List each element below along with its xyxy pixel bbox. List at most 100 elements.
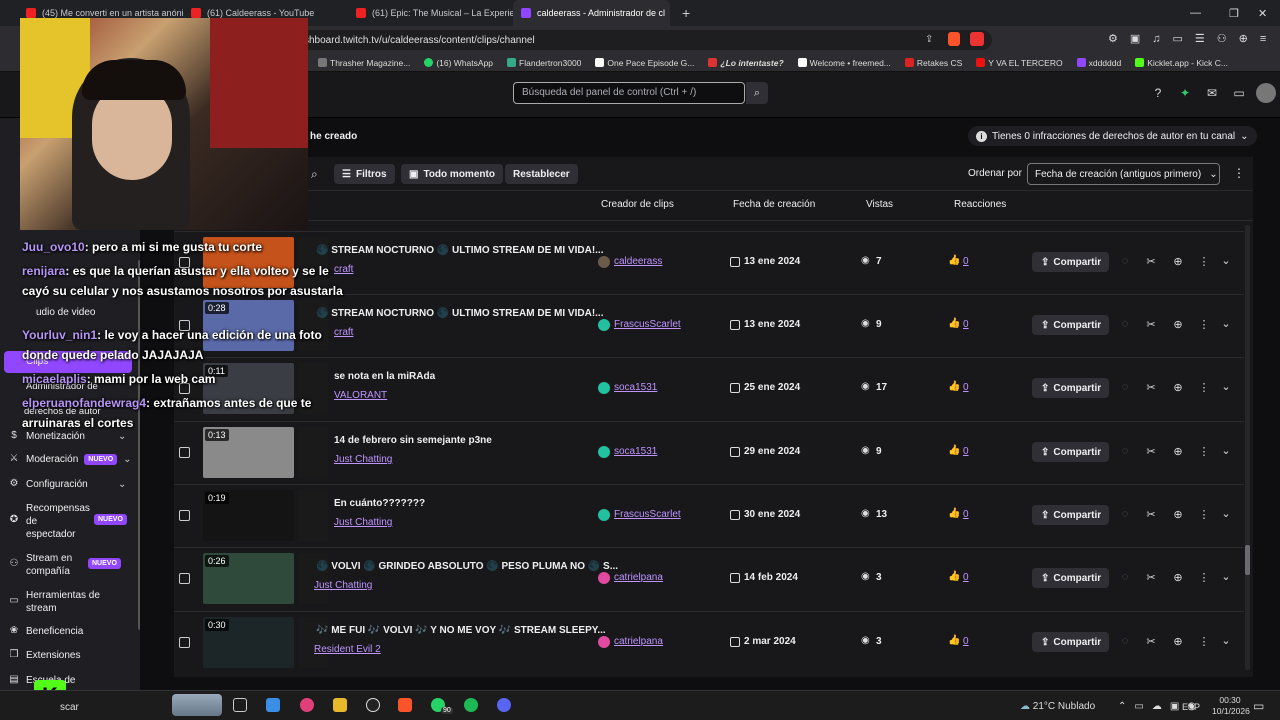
brave-shield-icon[interactable]	[948, 32, 960, 46]
more-options-icon[interactable]: ⋮	[1198, 571, 1210, 584]
table-scrollbar-track[interactable]	[1245, 225, 1250, 670]
bookmark-item[interactable]: ¿Lo intentaste?	[708, 58, 784, 68]
clip-category[interactable]: VALORANT	[334, 390, 387, 401]
copyright-notice[interactable]: i Tienes 0 infracciones de derechos de au…	[968, 126, 1257, 146]
add-circle-icon[interactable]: ⊕	[1172, 255, 1184, 268]
col-views[interactable]: Vistas	[866, 199, 893, 210]
clip-thumbnail[interactable]: 0:13	[203, 427, 294, 478]
bookmark-item[interactable]: Retakes CS	[904, 58, 962, 68]
row-checkbox[interactable]	[179, 637, 190, 648]
add-circle-icon[interactable]: ⊕	[1172, 635, 1184, 648]
clip-thumbnail[interactable]: 0:19	[203, 490, 294, 541]
bookmark-item[interactable]: Thrasher Magazine...	[318, 58, 410, 68]
sidebar-item-settings[interactable]: ⚙ Configuración ⌄	[8, 478, 127, 490]
table-scrollbar-thumb[interactable]	[1245, 545, 1250, 575]
sidebar-item-stream-together[interactable]: ⚇ Stream en compañía NUEVO	[8, 552, 121, 578]
share-page-icon[interactable]: ⇪	[925, 34, 933, 45]
mail-icon[interactable]: ✉	[1205, 86, 1219, 100]
clip-reactions[interactable]: 0	[963, 256, 969, 267]
sidebar-item-audio[interactable]: udio de video	[36, 307, 96, 318]
add-circle-icon[interactable]: ⊕	[1172, 318, 1184, 331]
row-checkbox[interactable]	[179, 447, 190, 458]
share-button[interactable]: ⇪ Compartir	[1032, 632, 1109, 652]
sort-select[interactable]: Fecha de creación (antiguos primero) ⌄	[1027, 163, 1220, 185]
taskbar-search[interactable]: scar	[60, 702, 79, 713]
clip-category[interactable]: Just Chatting	[314, 580, 372, 591]
chevron-down-icon[interactable]: ⌄	[1220, 317, 1232, 330]
add-circle-icon[interactable]: ⊕	[1172, 381, 1184, 394]
clip-thumbnail[interactable]: 0:28	[203, 300, 294, 351]
browser-tab-active[interactable]: caldeerass - Administrador de cl✕	[513, 0, 670, 26]
clip-thumbnail[interactable]: 0:30	[203, 617, 294, 668]
new-tab-button[interactable]: +	[670, 5, 690, 21]
url-field[interactable]: shboard.twitch.tv/u/caldeerass/content/c…	[300, 30, 992, 50]
sidebar-item-moderation[interactable]: ⚔ Moderación NUEVO ⌄	[8, 453, 132, 465]
brave-icon[interactable]	[398, 698, 412, 712]
clip-title[interactable]: 14 de febrero sin semejante p3ne	[334, 435, 492, 446]
clip-reactions[interactable]: 0	[963, 382, 969, 393]
clip-creator[interactable]: soca1531	[614, 382, 657, 393]
share-button[interactable]: ⇪ Compartir	[1032, 378, 1109, 398]
scissors-icon[interactable]: ✂	[1145, 255, 1157, 268]
minimize-button[interactable]: —	[1190, 0, 1201, 26]
clip-category[interactable]: craft	[334, 264, 353, 275]
app-icon[interactable]	[300, 698, 314, 712]
clip-reactions[interactable]: 0	[963, 636, 969, 647]
clip-title[interactable]: 🎶 ME FUI 🎶 VOLVI 🎶 Y NO ME VOY 🎶 STREAM …	[316, 625, 606, 636]
tab-created-by-me[interactable]: he creado	[310, 131, 357, 142]
clip-title[interactable]: se nota en la miRAda	[334, 371, 435, 382]
avatar[interactable]	[1256, 83, 1276, 103]
share-button[interactable]: ⇪ Compartir	[1032, 505, 1109, 525]
sidebar-item-charity[interactable]: ❀ Beneficencia	[8, 625, 83, 637]
language-indicator[interactable]: ESP	[1182, 702, 1200, 712]
add-circle-icon[interactable]: ⊕	[1172, 445, 1184, 458]
more-options-icon[interactable]: ⋮	[1233, 166, 1245, 180]
more-options-icon[interactable]: ⋮	[1198, 255, 1210, 268]
weather[interactable]: ☁ 21°C Nublado	[1020, 701, 1095, 712]
chevron-down-icon[interactable]: ⌄	[1220, 634, 1232, 647]
scissors-icon[interactable]: ✂	[1145, 635, 1157, 648]
bookmark-item[interactable]: Flandertron3000	[507, 58, 581, 68]
store-icon[interactable]	[266, 698, 280, 712]
search-icon[interactable]: ⌕	[311, 167, 318, 182]
maximize-button[interactable]: ❐	[1229, 0, 1239, 26]
scissors-icon[interactable]: ✂	[1145, 445, 1157, 458]
clip-creator[interactable]: soca1531	[614, 446, 657, 457]
bookmark-item[interactable]: Welcome • freemed...	[797, 58, 891, 68]
time-range-button[interactable]: ▣ Todo momento	[401, 164, 503, 184]
clip-title[interactable]: 🌑 STREAM NOCTURNO 🌑 ULTIMO STREAM DE MI …	[316, 308, 604, 319]
chevron-down-icon[interactable]: ⌄	[1220, 570, 1232, 583]
clip-title[interactable]: En cuánto???????	[334, 498, 425, 509]
close-window-button[interactable]: ✕	[1258, 0, 1267, 26]
scissors-icon[interactable]: ✂	[1145, 508, 1157, 521]
spotify-icon[interactable]	[464, 698, 478, 712]
bookmark-item[interactable]: Y VA EL TERCERO	[976, 58, 1063, 68]
clip-category[interactable]: Just Chatting	[334, 454, 392, 465]
share-button[interactable]: ⇪ Compartir	[1032, 315, 1109, 335]
sparkle-icon[interactable]: ✦	[1178, 86, 1192, 100]
filters-button[interactable]: ☰ Filtros	[334, 164, 395, 184]
more-options-icon[interactable]: ⋮	[1198, 635, 1210, 648]
col-reactions[interactable]: Reacciones	[954, 199, 1006, 210]
clip-title[interactable]: 🌑 STREAM NOCTURNO 🌑 ULTIMO STREAM DE MI …	[316, 245, 604, 256]
clip-creator[interactable]: caldeerass	[614, 256, 662, 267]
clock[interactable]: 00:30 10/1/2026	[1212, 695, 1250, 717]
col-date[interactable]: Fecha de creación	[733, 199, 815, 210]
more-options-icon[interactable]: ⋮	[1198, 318, 1210, 331]
sidebar-item-monetization[interactable]: $ Monetización ⌄	[8, 430, 126, 442]
browser-tab[interactable]: (61) Epic: The Musical – La Experienc	[348, 0, 513, 26]
scissors-icon[interactable]: ✂	[1145, 318, 1157, 331]
chevron-down-icon[interactable]: ⌄	[1220, 507, 1232, 520]
clip-reactions[interactable]: 0	[963, 319, 969, 330]
scissors-icon[interactable]: ✂	[1145, 571, 1157, 584]
row-checkbox[interactable]	[179, 510, 190, 521]
search-button[interactable]: ⌕	[746, 82, 768, 104]
clip-creator[interactable]: catrielpana	[614, 636, 663, 647]
sidebar-item-stream-tools[interactable]: ▭ Herramientas de stream	[8, 589, 116, 615]
clip-category[interactable]: craft	[334, 327, 353, 338]
notifications-icon[interactable]: ▭	[1253, 699, 1264, 713]
scissors-icon[interactable]: ✂	[1145, 381, 1157, 394]
more-options-icon[interactable]: ⋮	[1198, 445, 1210, 458]
share-button[interactable]: ⇪ Compartir	[1032, 568, 1109, 588]
clip-title[interactable]: 🌑 VOLVI 🌑 GRINDEO ABSOLUTO 🌑 PESO PLUMA …	[316, 561, 618, 572]
